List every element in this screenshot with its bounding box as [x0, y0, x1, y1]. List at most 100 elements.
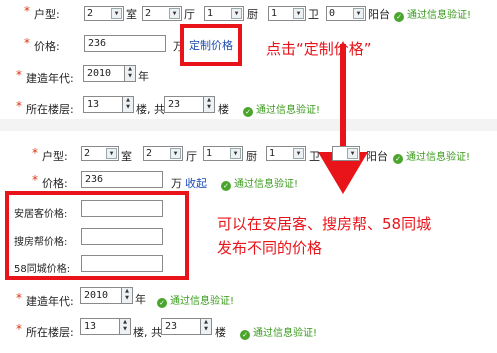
shi-select[interactable]: 2 ▼	[81, 146, 119, 161]
huxing-ok-message: ✓ 通过信息验证!	[393, 148, 470, 164]
year-label: 建造年代:	[26, 72, 74, 85]
anjuke-price-input[interactable]	[81, 200, 163, 217]
chevron-up-icon: ▲	[125, 288, 129, 294]
check-circle-icon: ✓	[157, 298, 167, 308]
wei-select[interactable]: 1 ▼	[268, 6, 306, 21]
chevron-down-icon: ▼	[293, 8, 304, 19]
chevron-down-icon: ▼	[170, 148, 181, 159]
chevron-down-icon: ▼	[111, 8, 122, 19]
yangtai-select[interactable]: ▼	[332, 146, 360, 161]
shi-unit: 室	[121, 150, 132, 163]
required-star: *	[24, 36, 30, 50]
floor-total-input[interactable]: 23	[164, 96, 204, 113]
ting-select[interactable]: 2 ▼	[142, 6, 182, 21]
check-circle-icon: ✓	[221, 181, 231, 191]
collapse-link[interactable]: 收起	[185, 175, 207, 191]
chevron-down-icon: ▼	[106, 148, 117, 159]
chevron-down-icon: ▼	[293, 148, 304, 159]
chevron-up-icon: ▲	[204, 319, 208, 325]
floor-spinner[interactable]: ▲ ▼	[119, 318, 131, 335]
check-circle-icon: ✓	[394, 12, 404, 22]
ting-unit: 厅	[186, 150, 197, 163]
price-label: 价格:	[42, 177, 68, 190]
floor-ok-message: ✓ 通过信息验证!	[243, 101, 320, 117]
year-label: 建造年代:	[26, 295, 74, 308]
shi-select[interactable]: 2 ▼	[84, 6, 124, 21]
check-circle-icon: ✓	[243, 107, 253, 117]
required-star: *	[16, 68, 22, 82]
required-star: *	[24, 4, 30, 18]
chevron-down-icon: ▼	[123, 326, 127, 332]
chevron-down-icon: ▼	[128, 73, 132, 79]
year-spinner[interactable]: ▲ ▼	[124, 65, 136, 82]
floor-total-spinner[interactable]: ▲ ▼	[200, 318, 212, 335]
chu-select[interactable]: 1 ▼	[203, 146, 243, 161]
chevron-down-icon: ▼	[347, 148, 358, 159]
chu-unit: 厨	[247, 8, 258, 21]
soufang-price-input[interactable]	[81, 228, 163, 245]
floor-mid-label: 楼, 共	[133, 326, 162, 339]
down-arrow-annotation-icon	[318, 44, 368, 194]
yangtai-unit: 阳台	[366, 150, 388, 163]
chevron-down-icon: ▼	[230, 148, 241, 159]
check-circle-icon: ✓	[393, 154, 403, 164]
tongcheng-price-label: 58同城价格:	[14, 264, 71, 275]
soufang-price-label: 搜房帮价格:	[14, 237, 68, 248]
anjuke-price-label: 安居客价格:	[14, 209, 68, 220]
price-input[interactable]: 236	[81, 171, 163, 188]
chu-select[interactable]: 1 ▼	[204, 6, 244, 21]
required-star: *	[32, 146, 38, 160]
chevron-down-icon: ▼	[125, 295, 129, 301]
chevron-up-icon: ▲	[207, 97, 211, 103]
annotation-publish-line1: 可以在安居客、搜房帮、58同城	[217, 215, 432, 233]
huxing-label: 户型:	[34, 8, 60, 21]
chevron-down-icon: ▼	[353, 8, 364, 19]
floor-ok-message: ✓ 通过信息验证!	[240, 324, 317, 340]
check-circle-icon: ✓	[240, 330, 250, 340]
yangtai-unit: 阳台	[368, 8, 390, 21]
required-star: *	[16, 99, 22, 113]
floor-total-spinner[interactable]: ▲ ▼	[203, 96, 215, 113]
required-star: *	[16, 291, 22, 305]
floor-input[interactable]: 13	[83, 96, 123, 113]
wei-unit: 卫	[308, 8, 319, 21]
chevron-down-icon: ▼	[204, 326, 208, 332]
price-label: 价格:	[34, 40, 60, 53]
year-input[interactable]: 2010	[80, 287, 122, 304]
year-unit: 年	[138, 70, 149, 83]
price-ok-message: ✓ 通过信息验证!	[221, 175, 298, 191]
floor-label: 所在楼层:	[26, 103, 74, 116]
yangtai-select[interactable]: 0 ▼	[326, 6, 366, 21]
ting-select[interactable]: 2 ▼	[143, 146, 183, 161]
annotation-publish-line2: 发布不同的价格	[217, 239, 323, 257]
chevron-down-icon: ▼	[231, 8, 242, 19]
wei-unit: 卫	[309, 150, 320, 163]
floor-label: 所在楼层:	[26, 326, 74, 339]
floor-spinner[interactable]: ▲ ▼	[122, 96, 134, 113]
required-star: *	[16, 322, 22, 336]
chevron-down-icon: ▼	[169, 8, 180, 19]
tongcheng-price-input[interactable]	[81, 255, 163, 272]
wei-select[interactable]: 1 ▼	[266, 146, 306, 161]
ting-unit: 厅	[184, 8, 195, 21]
year-ok-message: ✓ 通过信息验证!	[157, 292, 234, 308]
year-unit: 年	[135, 293, 146, 306]
chevron-up-icon: ▲	[126, 97, 130, 103]
required-star: *	[32, 173, 38, 187]
price-input[interactable]: 236	[84, 35, 166, 52]
price-unit: 万	[171, 177, 182, 190]
shi-unit: 室	[126, 8, 137, 21]
floor-unit: 楼	[218, 103, 229, 116]
chevron-down-icon: ▼	[207, 104, 211, 110]
chevron-down-icon: ▼	[126, 104, 130, 110]
chevron-up-icon: ▲	[123, 319, 127, 325]
floor-input[interactable]: 13	[80, 318, 120, 335]
huxing-label: 户型:	[42, 150, 68, 163]
year-input[interactable]: 2010	[83, 65, 125, 82]
huxing-ok-message: ✓ 通过信息验证!	[394, 6, 471, 22]
year-spinner[interactable]: ▲ ▼	[121, 287, 133, 304]
floor-total-input[interactable]: 23	[161, 318, 201, 335]
custom-price-link[interactable]: 定制价格	[189, 37, 233, 53]
chu-unit: 厨	[246, 150, 257, 163]
separator	[0, 119, 497, 131]
